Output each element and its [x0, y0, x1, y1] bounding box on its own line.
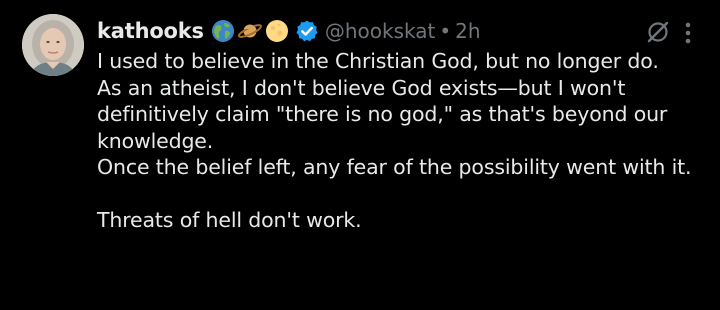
ringed-planet-emoji: [237, 24, 262, 38]
post-text: I used to believe in the Christian God, …: [97, 48, 707, 234]
avatar[interactable]: [22, 14, 84, 76]
grok-icon[interactable]: [646, 20, 670, 44]
post-timestamp[interactable]: 2h: [455, 19, 480, 43]
verified-badge-icon: [296, 20, 318, 42]
more-options-icon[interactable]: [683, 20, 693, 46]
user-handle[interactable]: @hookskat: [325, 19, 435, 43]
post-text-line: I used to believe in the Christian God, …: [97, 49, 659, 73]
post-text-line: As an atheist, I don't believe God exist…: [97, 75, 668, 153]
post: kathooks @hookskat • 2h I used to believ…: [0, 0, 720, 310]
display-name[interactable]: kathooks: [97, 19, 204, 43]
post-header: kathooks @hookskat • 2h: [97, 14, 481, 48]
globe-americas-emoji: [211, 20, 234, 42]
name-emojis: [210, 18, 290, 44]
separator-dot: •: [439, 19, 452, 43]
full-moon-emoji: [265, 20, 288, 42]
post-text-line: Threats of hell don't work.: [97, 208, 362, 232]
post-text-line: Once the belief left, any fear of the po…: [97, 155, 692, 179]
